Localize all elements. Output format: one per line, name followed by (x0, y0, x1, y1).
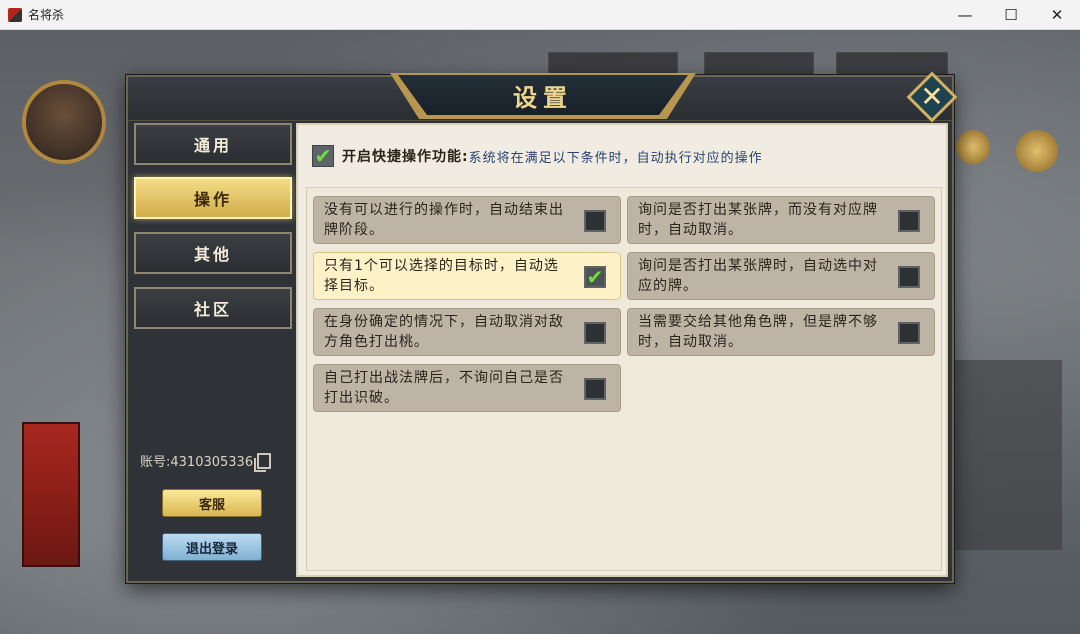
window-controls: — ☐ ✕ (942, 0, 1080, 30)
customer-service-button[interactable]: 客服 (162, 489, 262, 517)
account-row: 账号:4310305336 (140, 451, 272, 472)
option-skip-counter-ask[interactable]: 自己打出战法牌后，不询问自己是否打出识破。 (313, 364, 621, 412)
dialog-close-button[interactable]: ✕ (906, 71, 958, 123)
option-auto-cancel-no-card[interactable]: 询问是否打出某张牌，而没有对应牌时，自动取消。 (627, 196, 935, 244)
option-checkbox[interactable] (584, 322, 606, 344)
tab-general[interactable]: 通用 (134, 123, 292, 165)
player-avatar (22, 80, 106, 164)
maximize-button[interactable]: ☐ (988, 0, 1034, 30)
option-checkbox-checked[interactable]: ✔ (584, 266, 606, 288)
close-icon: ✕ (920, 80, 944, 113)
option-auto-cancel-give[interactable]: 当需要交给其他角色牌，但是牌不够时，自动取消。 (627, 308, 935, 356)
quick-operation-description: 系统将在满足以下条件时，自动执行对应的操作 (468, 150, 763, 166)
option-label: 当需要交给其他角色牌，但是牌不够时，自动取消。 (638, 314, 878, 350)
settings-content: ✔ 开启快捷操作功能: 系统将在满足以下条件时，自动执行对应的操作 没有可以进行… (296, 123, 948, 577)
tab-community[interactable]: 社区 (134, 287, 292, 329)
option-label: 询问是否打出某张牌，而没有对应牌时，自动取消。 (638, 202, 878, 238)
bg-right-panel (952, 360, 1062, 550)
settings-dialog: 设置 ✕ 通用 操作 其他 社区 账号:4310305336 客服 退出登录 ✔… (126, 71, 958, 583)
window-titlebar: 名将杀 — ☐ ✕ (0, 0, 1080, 30)
quick-operation-row: ✔ 开启快捷操作功能: 系统将在满足以下条件时，自动执行对应的操作 (312, 145, 763, 167)
tab-operation[interactable]: 操作 (134, 177, 292, 219)
logout-button[interactable]: 退出登录 (162, 533, 262, 561)
app-icon (8, 7, 22, 22)
option-label: 没有可以进行的操作时，自动结束出牌阶段。 (324, 202, 564, 238)
bg-orb (1016, 130, 1058, 172)
window-close-button[interactable]: ✕ (1034, 0, 1080, 30)
account-id: 账号:4310305336 (140, 455, 254, 470)
option-label: 在身份确定的情况下，自动取消对敌方角色打出桃。 (324, 314, 564, 350)
quick-operation-checkbox[interactable]: ✔ (312, 145, 334, 167)
bg-orb (956, 130, 990, 164)
tab-other[interactable]: 其他 (134, 232, 292, 274)
dialog-title: 设置 (513, 82, 573, 112)
options-panel: 没有可以进行的操作时，自动结束出牌阶段。 询问是否打出某张牌，而没有对应牌时，自… (306, 187, 942, 571)
option-checkbox[interactable] (898, 266, 920, 288)
bg-red-banner (22, 422, 80, 567)
option-auto-end-play[interactable]: 没有可以进行的操作时，自动结束出牌阶段。 (313, 196, 621, 244)
copy-icon[interactable] (254, 452, 272, 472)
option-auto-select-target[interactable]: 只有1个可以选择的目标时，自动选择目标。 ✔ (313, 252, 621, 300)
quick-operation-label: 开启快捷操作功能: (342, 149, 469, 165)
option-checkbox[interactable] (898, 210, 920, 232)
option-label: 询问是否打出某张牌时，自动选中对应的牌。 (638, 258, 878, 294)
option-checkbox[interactable] (898, 322, 920, 344)
minimize-button[interactable]: — (942, 0, 988, 30)
option-checkbox[interactable] (584, 210, 606, 232)
option-auto-cancel-peach[interactable]: 在身份确定的情况下，自动取消对敌方角色打出桃。 (313, 308, 621, 356)
option-auto-pick-card[interactable]: 询问是否打出某张牌时，自动选中对应的牌。 (627, 252, 935, 300)
option-checkbox[interactable] (584, 378, 606, 400)
title-plate: 设置 (398, 75, 688, 115)
option-label: 自己打出战法牌后，不询问自己是否打出识破。 (324, 370, 564, 406)
option-label: 只有1个可以选择的目标时，自动选择目标。 (324, 258, 559, 294)
window-title: 名将杀 (28, 8, 65, 22)
